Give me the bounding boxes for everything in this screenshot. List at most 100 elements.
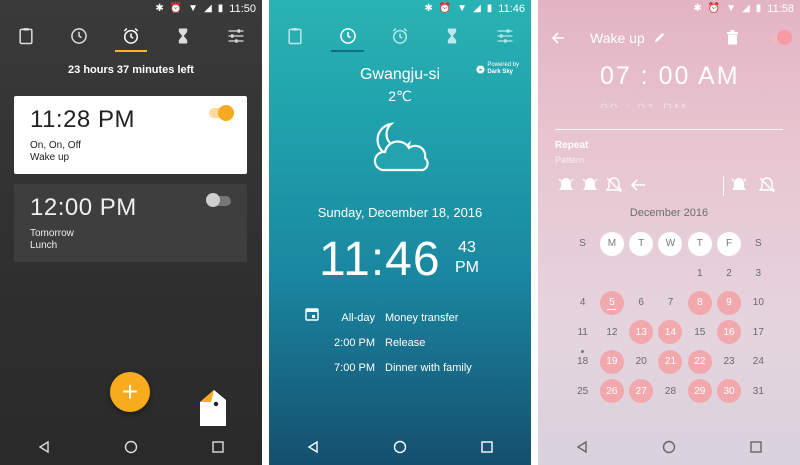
recents-icon[interactable] xyxy=(749,440,763,454)
time-left-label: 23 hours 37 minutes left xyxy=(68,64,194,76)
weekday-toggle[interactable]: S xyxy=(568,229,597,259)
tab-settings[interactable] xyxy=(479,20,531,52)
tab-settings[interactable] xyxy=(210,20,262,52)
calendar-day[interactable]: 23 xyxy=(714,347,743,377)
bell-on-icon[interactable] xyxy=(581,176,599,194)
nav-bar xyxy=(269,429,531,465)
tab-tasks[interactable] xyxy=(269,20,321,52)
calendar-day[interactable]: 29 xyxy=(685,377,714,407)
alarm-card[interactable]: 11:28 PM On, On, Off Wake up xyxy=(14,96,247,174)
calendar-day[interactable]: 18 xyxy=(568,347,597,377)
tab-timer[interactable] xyxy=(157,20,209,52)
alarm-title[interactable]: Wake up xyxy=(590,30,645,46)
tab-tasks[interactable] xyxy=(0,20,52,52)
add-alarm-button[interactable]: + xyxy=(110,372,150,412)
alarm-card[interactable]: 12:00 PM Tomorrow Lunch xyxy=(14,184,247,262)
sliders-icon xyxy=(497,29,513,43)
weekday-toggle[interactable]: W xyxy=(656,229,685,259)
alarm-enable-toggle[interactable] xyxy=(770,30,792,45)
event-item[interactable]: 7:00 PM Dinner with family xyxy=(309,355,521,380)
weekday-toggle[interactable]: S xyxy=(744,229,773,259)
weekday-toggle[interactable]: T xyxy=(685,229,714,259)
calendar-day[interactable]: 14 xyxy=(656,318,685,348)
calendar-day[interactable]: 9 xyxy=(714,288,743,318)
calendar-day[interactable]: 15 xyxy=(685,318,714,348)
event-time: 2:00 PM xyxy=(334,336,375,349)
seconds: 43 xyxy=(458,239,476,256)
back-icon[interactable] xyxy=(37,440,51,454)
calendar-month: December 2016 xyxy=(629,207,709,219)
weekday-toggle[interactable]: T xyxy=(627,229,656,259)
calendar-day[interactable]: 2 xyxy=(714,259,743,289)
edit-pencil-icon[interactable] xyxy=(653,31,666,44)
powered-by-badge[interactable]: Powered by Dark Sky xyxy=(476,62,519,76)
calendar-day[interactable]: 5 xyxy=(597,288,626,318)
tab-clock[interactable] xyxy=(52,20,104,52)
calendar-day[interactable]: 17 xyxy=(744,318,773,348)
calendar-day[interactable]: 30 xyxy=(714,377,743,407)
alarm-status-icon: ⏰ xyxy=(169,3,183,14)
calendar-day[interactable]: 31 xyxy=(744,377,773,407)
calendar-day[interactable]: 10 xyxy=(744,288,773,318)
nav-bar xyxy=(538,429,800,465)
tab-alarm[interactable] xyxy=(374,20,426,52)
weekday-toggle[interactable]: M xyxy=(597,229,626,259)
tab-timer[interactable] xyxy=(426,20,478,52)
alarm-toggle[interactable] xyxy=(209,105,234,121)
calendar-day[interactable]: 7 xyxy=(656,288,685,318)
calendar-day[interactable]: 1 xyxy=(685,259,714,289)
calendar-day[interactable]: 25 xyxy=(568,377,597,407)
home-icon[interactable] xyxy=(662,440,676,454)
alarm-time-picker[interactable]: 07 : 00 AM xyxy=(600,62,740,91)
calendar-day[interactable]: 19 xyxy=(597,347,626,377)
status-bar: ✱ ⏰ ▼ ◢ ▮ 11:50 xyxy=(0,0,262,18)
current-date: Sunday, December 18, 2016 xyxy=(317,205,483,220)
weekday-label: T xyxy=(629,231,654,256)
back-arrow-icon[interactable] xyxy=(551,31,565,45)
calendar-day[interactable]: 16 xyxy=(714,318,743,348)
back-icon[interactable] xyxy=(575,440,589,454)
calendar-day[interactable]: 26 xyxy=(597,377,626,407)
calendar-day[interactable]: 24 xyxy=(744,347,773,377)
calendar-day[interactable]: 28 xyxy=(656,377,685,407)
tab-alarm[interactable] xyxy=(105,20,157,52)
seconds-ampm: 43 PM xyxy=(455,238,479,278)
tab-clock[interactable] xyxy=(321,20,373,52)
recents-icon[interactable] xyxy=(211,440,225,454)
alarm-status-icon: ⏰ xyxy=(438,3,452,14)
calendar-day[interactable]: 8 xyxy=(685,288,714,318)
calendar-day[interactable]: 22 xyxy=(685,347,714,377)
day-number: 22 xyxy=(687,349,712,374)
bluetooth-icon: ✱ xyxy=(693,3,702,14)
bell-on-icon[interactable] xyxy=(557,176,575,194)
bell-off-icon[interactable] xyxy=(605,176,623,194)
back-icon[interactable] xyxy=(306,440,320,454)
day-number: 3 xyxy=(755,267,762,279)
home-icon[interactable] xyxy=(393,440,407,454)
event-item[interactable]: 2:00 PM Release xyxy=(309,330,521,355)
calendar-week: 11 12 13 14 15 16 17 xyxy=(568,318,773,348)
weekday-toggle[interactable]: F xyxy=(714,229,743,259)
delete-icon[interactable] xyxy=(726,30,739,45)
calendar-day[interactable]: 27 xyxy=(627,377,656,407)
calendar-day[interactable]: 6 xyxy=(627,288,656,318)
calendar-day[interactable]: 13 xyxy=(627,318,656,348)
alarm-toggle[interactable] xyxy=(206,193,231,207)
bell-on-icon[interactable] xyxy=(730,176,748,194)
calendar-day[interactable]: 3 xyxy=(744,259,773,289)
day-number xyxy=(600,261,624,285)
event-item[interactable]: All-day Money transfer xyxy=(309,305,521,330)
day-number: 25 xyxy=(577,385,589,397)
calendar-day[interactable]: 12 xyxy=(597,318,626,348)
recents-icon[interactable] xyxy=(480,440,494,454)
day-number: 1 xyxy=(696,267,703,279)
arrow-left-icon[interactable] xyxy=(629,176,647,194)
home-icon[interactable] xyxy=(124,440,138,454)
bell-off-icon[interactable] xyxy=(758,176,776,194)
calendar-day[interactable]: 20 xyxy=(627,347,656,377)
day-number xyxy=(658,261,682,285)
hourglass-icon xyxy=(179,28,188,44)
calendar-day[interactable]: 4 xyxy=(568,288,597,318)
calendar-day[interactable]: 11 xyxy=(568,318,597,348)
calendar-day[interactable]: 21 xyxy=(656,347,685,377)
